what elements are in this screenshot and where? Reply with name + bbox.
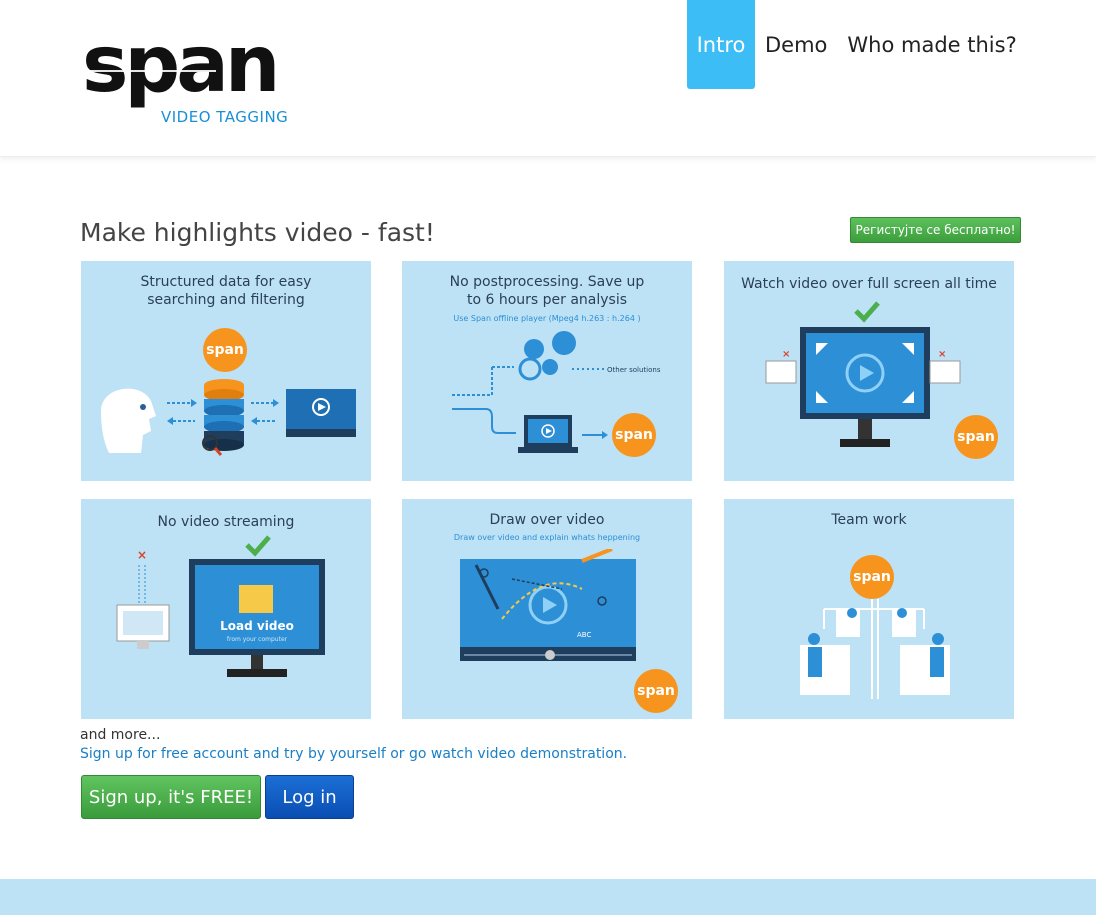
and-more-text: and more... (80, 727, 161, 743)
other-solutions-label: Other solutions (607, 366, 661, 374)
feature-tile-full-screen: Watch video over full screen all time × … (724, 261, 1014, 481)
page-title: Make highlights video - fast! (80, 218, 435, 247)
logo-wordmark: span (82, 20, 280, 110)
tile-title: Draw over video (489, 512, 605, 528)
span-badge: span (203, 328, 247, 372)
signup-info-link[interactable]: Sign up for free account and try by your… (80, 746, 627, 762)
tile-title: No postprocessing. Save up to 6 hours pe… (449, 274, 645, 308)
span-badge: span (612, 413, 656, 457)
nav-intro[interactable]: Intro (687, 0, 755, 89)
nav-who-made-this[interactable]: Who made this? (837, 0, 1026, 89)
feature-tile-draw-over-video: Draw over video Draw over video and expl… (402, 499, 692, 719)
tile-subtitle: Use Span offline player (Mpeg4 h.263 : h… (453, 314, 641, 323)
tile-title: Structured data for easy searching and f… (140, 274, 312, 308)
register-button[interactable]: Регистујте се бесплатно! (850, 217, 1021, 243)
login-button[interactable]: Log in (265, 775, 354, 819)
nav-demo[interactable]: Demo (755, 0, 837, 89)
feature-grid: Structured data for easy searching and f… (81, 261, 1021, 721)
span-badge: span (954, 415, 998, 459)
feature-tile-team-work: Team work span (724, 499, 1014, 719)
load-video-label: Load video (220, 619, 294, 633)
tile-subtitle: Draw over video and explain whats heppen… (453, 533, 641, 542)
logo[interactable]: span VIDEO TAGGING (82, 26, 342, 132)
span-badge: span (634, 669, 678, 713)
signup-button[interactable]: Sign up, it's FREE! (81, 775, 261, 819)
load-video-sublabel: from your computer (226, 636, 288, 643)
header: span VIDEO TAGGING Intro Demo Who made t… (0, 0, 1096, 157)
feature-tile-no-postprocessing: No postprocessing. Save up to 6 hours pe… (402, 261, 692, 481)
svg-text:×: × (137, 548, 147, 562)
footer (0, 879, 1096, 915)
svg-text:×: × (782, 349, 790, 360)
team-work-icon (800, 599, 950, 699)
svg-text:×: × (938, 349, 946, 360)
feature-tile-no-streaming: No video streaming × Load video from you… (81, 499, 371, 719)
data-flow-icon (101, 379, 356, 456)
logo-subtitle: VIDEO TAGGING (161, 108, 289, 126)
main-nav: Intro Demo Who made this? (687, 0, 1027, 89)
feature-tile-structured-data: Structured data for easy searching and f… (81, 261, 371, 481)
tile-title: Watch video over full screen all time (741, 276, 997, 292)
span-badge: span (850, 555, 894, 599)
tile-title: Team work (831, 512, 907, 528)
tile-title: No video streaming (157, 514, 295, 530)
gears-laptop-icon (452, 331, 608, 453)
abc-label: ABC (577, 631, 592, 639)
